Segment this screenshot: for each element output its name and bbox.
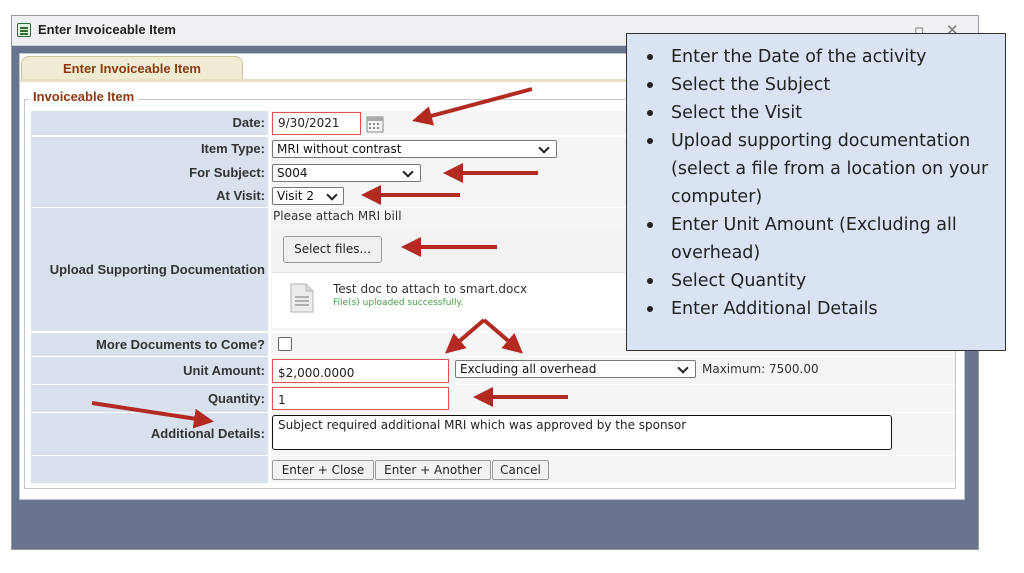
red-arrow-icon bbox=[91, 401, 214, 429]
red-arrow-icon bbox=[412, 87, 533, 126]
red-arrow-icon bbox=[482, 318, 524, 354]
annotation-arrows bbox=[91, 87, 568, 429]
red-arrow-icon bbox=[444, 318, 486, 354]
